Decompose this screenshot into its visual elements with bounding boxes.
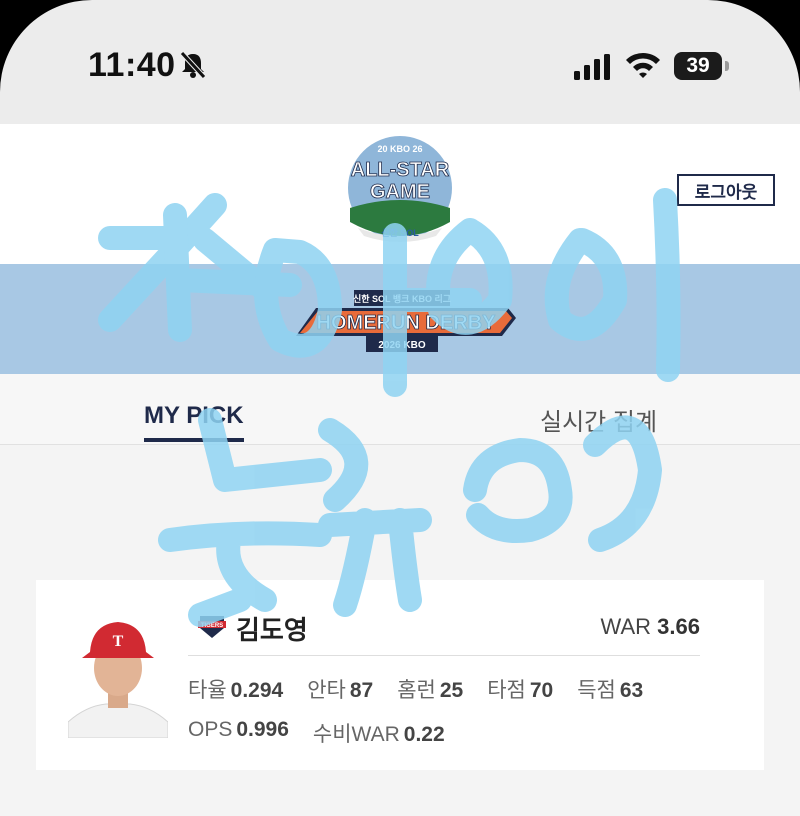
tab-live-count[interactable]: 실시간 집계 [540, 402, 657, 437]
battery-indicator: 39 [674, 52, 730, 80]
status-time: 11:40 [88, 46, 176, 84]
team-name: TIGERS [201, 623, 223, 629]
tab-bar: MY PICK 실시간 집계 [0, 374, 800, 445]
stat-ops: OPS 0.996 [188, 718, 289, 741]
tab-my-pick[interactable]: MY PICK [144, 402, 244, 442]
player-photo: T [68, 610, 168, 738]
logo-text-game: GAME [370, 181, 430, 203]
status-bar: 11:40 39 [0, 0, 800, 124]
logo-text-sponsor: 신한 SOL [381, 227, 419, 238]
logo-text-top: 20 KBO 26 [377, 144, 422, 154]
app-page: 20 KBO 26 ALL-STAR GAME 신한 SOL 로그아웃 신한 S… [0, 124, 800, 816]
derby-title: HOMERUN DERBY [317, 312, 497, 334]
stat-avg: 타율 0.294 [188, 679, 284, 702]
stat-homeruns: 홈런 25 [397, 679, 464, 702]
tigers-team-icon: TIGERS [198, 616, 226, 638]
stat-rbi: 타점 70 [487, 679, 554, 702]
player-war: WAR 3.66 [601, 614, 700, 640]
logo-text-allstar: ALL-STAR [351, 159, 450, 181]
stats-row-1: 타율 0.294 안타 87 홈런 25 타점 70 득점 63 [188, 674, 708, 704]
homerun-derby-logo: 신한 SOL 뱅크 KBO 리그 HOMERUN DERBY 2026 KBO [296, 290, 516, 352]
card-divider [188, 655, 700, 656]
silent-bell-icon [180, 51, 206, 79]
war-label: WAR [600, 614, 652, 639]
player-card[interactable]: T TIGERS 김도영 WAR 3.66 타율 0.294 안타 87 홈런 25 … [36, 580, 764, 770]
war-value: 3.66 [657, 614, 700, 639]
stat-hits: 안타 87 [307, 679, 374, 702]
stat-runs: 득점 63 [577, 679, 644, 702]
homerun-derby-banner: 신한 SOL 뱅크 KBO 리그 HOMERUN DERBY 2026 KBO [0, 264, 800, 374]
app-header: 20 KBO 26 ALL-STAR GAME 신한 SOL 로그아웃 [0, 124, 800, 264]
stats-row-2: OPS 0.996 수비WAR 0.22 [188, 718, 708, 748]
logout-button[interactable]: 로그아웃 [677, 174, 775, 206]
allstar-game-logo: 20 KBO 26 ALL-STAR GAME 신한 SOL [346, 134, 454, 242]
player-name: 김도영 [236, 615, 308, 645]
battery-level: 39 [674, 52, 722, 80]
phone-screen: 11:40 39 20 KBO 26 ALL-STAR GAME 신한 SOL … [0, 0, 800, 816]
wifi-icon [626, 52, 660, 78]
cellular-signal-icon [574, 54, 610, 80]
derby-subtitle: 신한 SOL 뱅크 KBO 리그 [353, 293, 451, 304]
derby-year: 2026 KBO [378, 340, 425, 351]
svg-text:T: T [113, 633, 124, 650]
stat-defense-war: 수비WAR 0.22 [312, 723, 445, 746]
player-stats: 타율 0.294 안타 87 홈런 25 타점 70 득점 63 OPS 0.996 수비W… [188, 674, 708, 762]
